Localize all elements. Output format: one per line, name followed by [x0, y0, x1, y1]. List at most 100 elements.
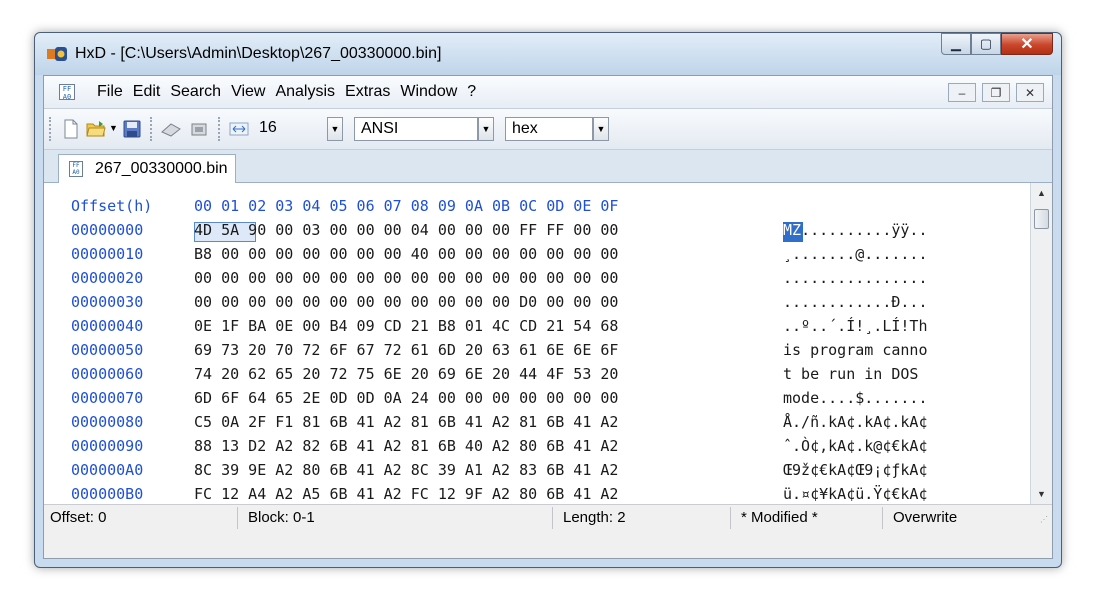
scroll-down-arrow[interactable]: ▼ — [1031, 484, 1052, 504]
row-hex-bytes[interactable]: 69 73 20 70 72 6F 67 72 61 6D 20 63 61 6… — [194, 341, 618, 359]
row-ascii-text[interactable]: ü.¤¢¥kA¢ü.Ÿ¢€kA¢ — [783, 485, 928, 503]
table-row: 00000050 69 73 20 70 72 6F 67 72 61 6D 20… — [44, 341, 1030, 365]
charset-dropdown[interactable]: ▼ — [478, 117, 494, 141]
row-offset: 000000A0 — [71, 461, 144, 479]
chevron-down-icon: ▼ — [596, 124, 606, 134]
tab-file-label: 267_00330000.bin — [95, 160, 228, 177]
row-hex-bytes[interactable]: 4D 5A 90 00 03 00 00 00 04 00 00 00 FF F… — [194, 221, 618, 239]
row-offset: 00000070 — [71, 389, 144, 407]
row-hex-bytes[interactable]: B8 00 00 00 00 00 00 00 40 00 00 00 00 0… — [194, 245, 618, 263]
menu-analysis[interactable]: Analysis — [270, 83, 340, 101]
menu-extras[interactable]: Extras — [340, 83, 395, 101]
open-folder-icon[interactable] — [86, 119, 106, 139]
window-controls: ▁ ▢ ✕ — [941, 33, 1053, 55]
row-hex-bytes[interactable]: 00 00 00 00 00 00 00 00 00 00 00 00 D0 0… — [194, 293, 618, 311]
offset-header: Offset(h) — [71, 197, 153, 215]
resize-grip-icon[interactable]: ⋰ — [1040, 515, 1048, 524]
table-row: 00000040 0E 1F BA 0E 00 B4 09 CD 21 B8 01… — [44, 317, 1030, 341]
menu-search[interactable]: Search — [165, 83, 226, 101]
save-disk-icon[interactable] — [122, 119, 142, 139]
row-ascii-text[interactable]: ............Ð... — [783, 293, 928, 311]
charset-select[interactable]: ANSI — [354, 117, 478, 141]
row-hex-bytes[interactable]: 8C 39 9E A2 80 6B 41 A2 8C 39 A1 A2 83 6… — [194, 461, 618, 479]
bytes-per-row-input[interactable]: 16 — [253, 117, 325, 141]
menu-window[interactable]: Window — [395, 83, 462, 101]
row-offset: 000000B0 — [71, 485, 144, 503]
table-row: 00000060 74 20 62 65 20 72 75 6E 20 69 6E… — [44, 365, 1030, 389]
row-offset: 00000020 — [71, 269, 144, 287]
row-ascii-text[interactable]: ..º..´.Í!¸.LÍ!Th — [783, 317, 928, 335]
table-row: 00000030 00 00 00 00 00 00 00 00 00 00 00… — [44, 293, 1030, 317]
new-file-icon[interactable] — [61, 119, 81, 139]
offset-base-dropdown[interactable]: ▼ — [593, 117, 609, 141]
row-ascii-text[interactable]: ¸.......@....... — [783, 245, 928, 263]
menu-items: File Edit Search View Analysis Extras Wi… — [92, 83, 481, 101]
open-disk-icon[interactable] — [161, 119, 181, 139]
minimize-icon: ▁ — [951, 36, 961, 51]
row-ascii-text[interactable]: ................ — [783, 269, 928, 287]
menu-file[interactable]: File — [92, 83, 128, 101]
chevron-down-icon: ▼ — [330, 124, 340, 134]
minimize-button[interactable]: ▁ — [941, 33, 971, 55]
chevron-down-icon: ▼ — [1037, 489, 1046, 499]
hex-editor[interactable]: Offset(h) 00 01 02 03 04 05 06 07 08 09 … — [44, 183, 1030, 504]
bytes-per-row-dropdown[interactable]: ▼ — [327, 117, 343, 141]
row-hex-bytes[interactable]: 0E 1F BA 0E 00 B4 09 CD 21 B8 01 4C CD 2… — [194, 317, 618, 335]
table-row: 00000000 4D 5A 90 00 03 00 00 00 04 00 00… — [44, 221, 1030, 245]
toolbar-grip[interactable] — [49, 117, 54, 141]
close-icon: ✕ — [1020, 36, 1034, 53]
row-hex-bytes[interactable]: FC 12 A4 A2 A5 6B 41 A2 FC 12 9F A2 80 6… — [194, 485, 618, 503]
table-row: 00000080 C5 0A 2F F1 81 6B 41 A2 81 6B 41… — [44, 413, 1030, 437]
selected-ascii-chars: MZ — [783, 221, 802, 239]
ram-chip-icon[interactable] — [189, 119, 209, 139]
status-length: Length: 2 — [563, 509, 626, 526]
row-offset: 00000060 — [71, 365, 144, 383]
document-icon[interactable]: FF A0 — [59, 84, 75, 101]
mdi-restore-button[interactable]: ❐ — [982, 83, 1010, 102]
row-offset: 00000080 — [71, 413, 144, 431]
row-ascii-text[interactable]: is program canno — [783, 341, 928, 359]
table-row: 00000010 B8 00 00 00 00 00 00 00 40 00 00… — [44, 245, 1030, 269]
row-hex-bytes[interactable]: C5 0A 2F F1 81 6B 41 A2 81 6B 41 A2 81 6… — [194, 413, 618, 431]
mdi-close-button[interactable]: ✕ — [1016, 83, 1044, 102]
bytes-per-row-icon — [229, 122, 249, 136]
row-offset: 00000000 — [71, 221, 144, 239]
status-separator — [730, 507, 731, 529]
toolbar-separator — [218, 117, 223, 141]
chevron-down-icon: ▼ — [481, 124, 491, 134]
status-separator — [552, 507, 553, 529]
menu-bar: FF A0 File Edit Search View Analysis Extr… — [44, 76, 1052, 109]
scroll-thumb[interactable] — [1034, 209, 1049, 229]
app-window: HxD - [C:\Users\Admin\Desktop\267_003300… — [34, 32, 1062, 568]
mdi-minimize-button[interactable]: – — [948, 83, 976, 102]
menu-view[interactable]: View — [226, 83, 270, 101]
open-dropdown-icon[interactable]: ▼ — [109, 123, 118, 133]
row-hex-bytes[interactable]: 88 13 D2 A2 82 6B 41 A2 81 6B 40 A2 80 6… — [194, 437, 618, 455]
row-offset: 00000090 — [71, 437, 144, 455]
close-button[interactable]: ✕ — [1001, 33, 1053, 55]
row-ascii-text[interactable]: ˆ.Ò¢‚kA¢.k@¢€kA¢ — [783, 437, 928, 455]
row-ascii-text[interactable]: MZ..........ÿÿ.. — [783, 221, 928, 239]
title-bar[interactable]: HxD - [C:\Users\Admin\Desktop\267_003300… — [35, 33, 1061, 75]
row-hex-bytes[interactable]: 74 20 62 65 20 72 75 6E 20 69 6E 20 44 4… — [194, 365, 618, 383]
row-ascii-text[interactable]: Å./ñ.kA¢.kA¢.kA¢ — [783, 413, 928, 431]
row-ascii-text[interactable]: t be run in DOS — [783, 365, 928, 383]
offset-base-select[interactable]: hex — [505, 117, 593, 141]
row-ascii-text[interactable]: mode....$....... — [783, 389, 928, 407]
vertical-scrollbar[interactable]: ▲ ▼ — [1030, 183, 1052, 504]
row-hex-bytes[interactable]: 00 00 00 00 00 00 00 00 00 00 00 00 00 0… — [194, 269, 618, 287]
scroll-up-arrow[interactable]: ▲ — [1031, 183, 1052, 203]
table-row: 00000090 88 13 D2 A2 82 6B 41 A2 81 6B 40… — [44, 437, 1030, 461]
row-hex-bytes[interactable]: 6D 6F 64 65 2E 0D 0D 0A 24 00 00 00 00 0… — [194, 389, 618, 407]
row-ascii-text[interactable]: Œ9ž¢€kA¢Œ9¡¢ƒkA¢ — [783, 461, 928, 479]
maximize-button[interactable]: ▢ — [971, 33, 1001, 55]
menu-edit[interactable]: Edit — [128, 83, 166, 101]
tab-file[interactable]: FF A0 267_00330000.bin — [58, 154, 236, 183]
row-offset: 00000010 — [71, 245, 144, 263]
menu-help[interactable]: ? — [462, 83, 481, 101]
status-separator — [882, 507, 883, 529]
row-offset: 00000050 — [71, 341, 144, 359]
column-header: 00 01 02 03 04 05 06 07 08 09 0A 0B 0C 0… — [194, 197, 619, 215]
tab-strip: FF A0 267_00330000.bin — [44, 150, 1052, 183]
mdi-controls: – ❐ ✕ — [948, 83, 1044, 102]
